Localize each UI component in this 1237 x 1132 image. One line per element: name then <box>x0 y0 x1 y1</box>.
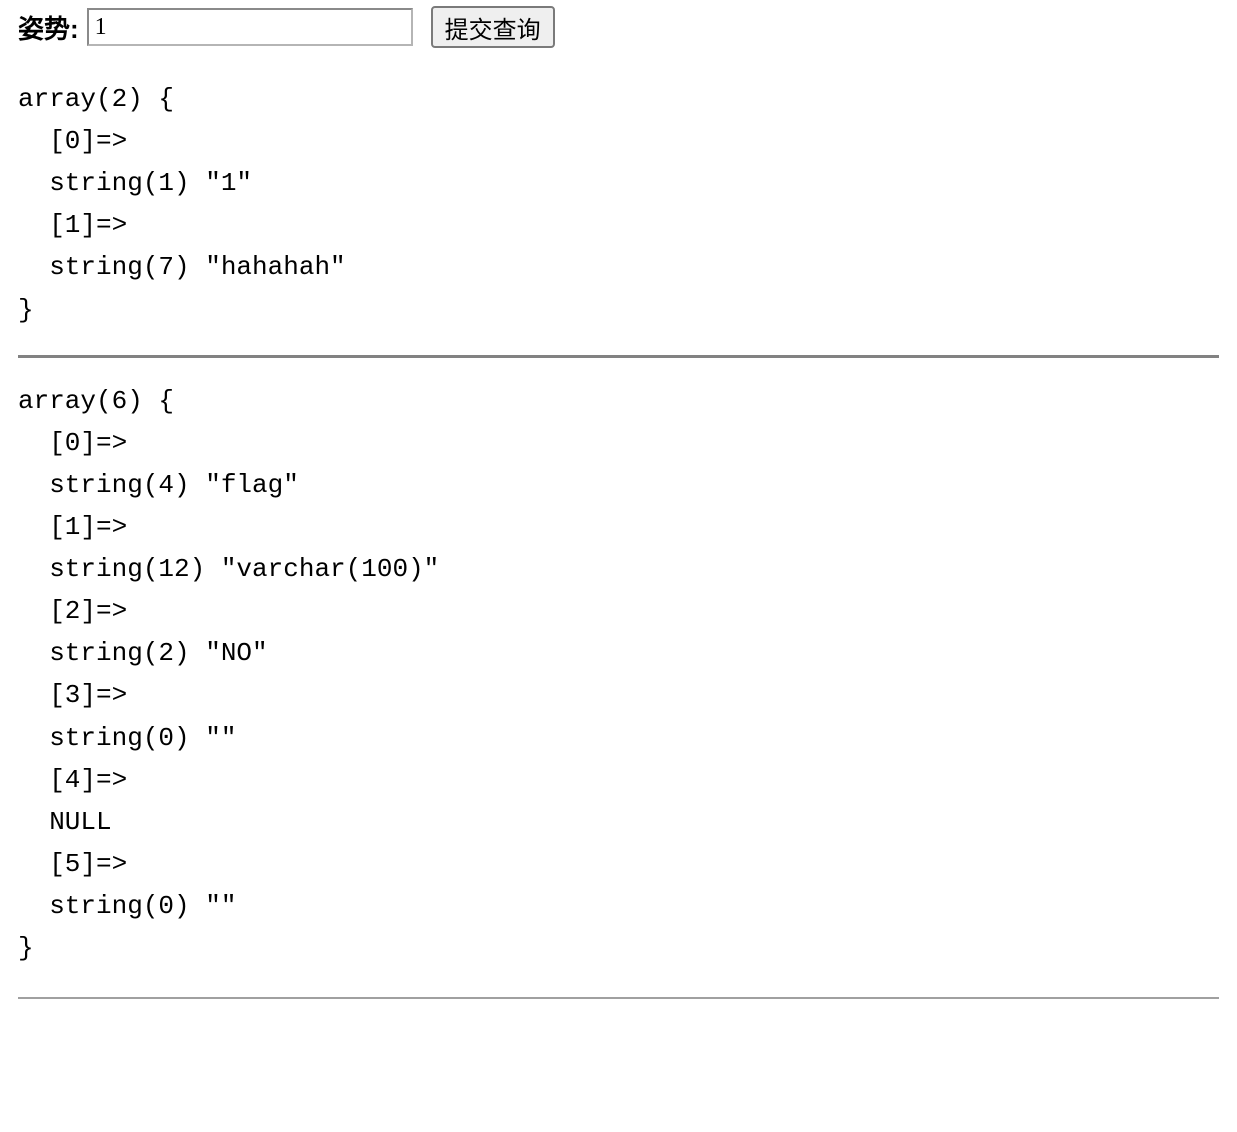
submit-button[interactable]: 提交查询 <box>431 6 555 48</box>
form-label: 姿势: <box>18 9 79 46</box>
var-dump-output-2: array(6) { [0]=> string(4) "flag" [1]=> … <box>18 380 1219 970</box>
posture-input[interactable] <box>87 8 413 46</box>
var-dump-output-1: array(2) { [0]=> string(1) "1" [1]=> str… <box>18 78 1219 331</box>
divider <box>18 355 1219 358</box>
divider-bottom <box>18 997 1219 999</box>
query-form: 姿势: 提交查询 <box>18 6 1219 48</box>
